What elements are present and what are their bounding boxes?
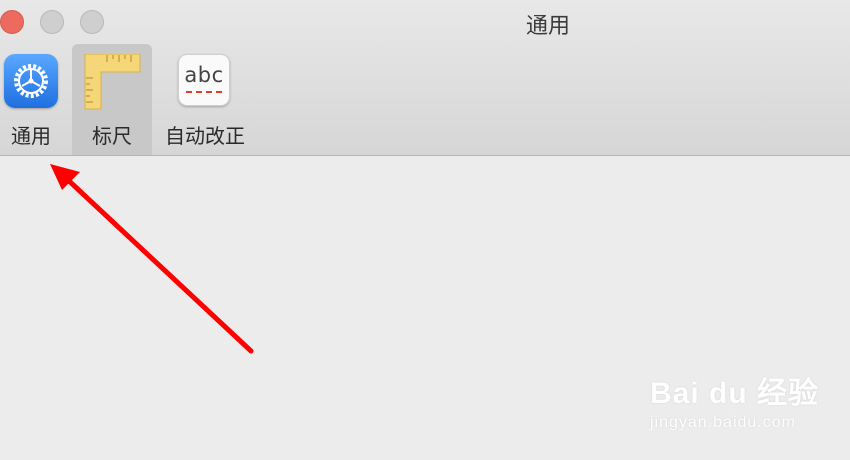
preferences-window: 通用 通用 标尺 abc 自动改正 Bai du 经验 jingyan.baid…	[0, 0, 850, 460]
tab-label: 标尺	[92, 124, 132, 148]
tab-label: 自动改正	[165, 124, 245, 148]
toolbar: 通用 通用 标尺 abc 自动改正	[0, 0, 850, 156]
window-title: 通用	[525, 14, 570, 39]
watermark-sub: jingyan.baidu.com	[650, 414, 796, 431]
ruler-icon	[83, 53, 141, 114]
tab-label: 通用	[11, 124, 51, 148]
baidu-watermark: Bai du 经验 jingyan.baidu.com	[650, 368, 840, 432]
spellcheck-underline	[186, 91, 222, 93]
tab-autocorrect[interactable]: abc 自动改正	[158, 44, 252, 155]
tab-ruler[interactable]: 标尺	[72, 44, 152, 155]
gear-icon	[4, 54, 58, 108]
abc-icon-text: abc	[184, 63, 224, 87]
tab-general[interactable]: 通用	[0, 44, 62, 155]
watermark-main: Bai du 经验	[650, 377, 820, 410]
abc-spellcheck-icon: abc	[178, 54, 230, 106]
